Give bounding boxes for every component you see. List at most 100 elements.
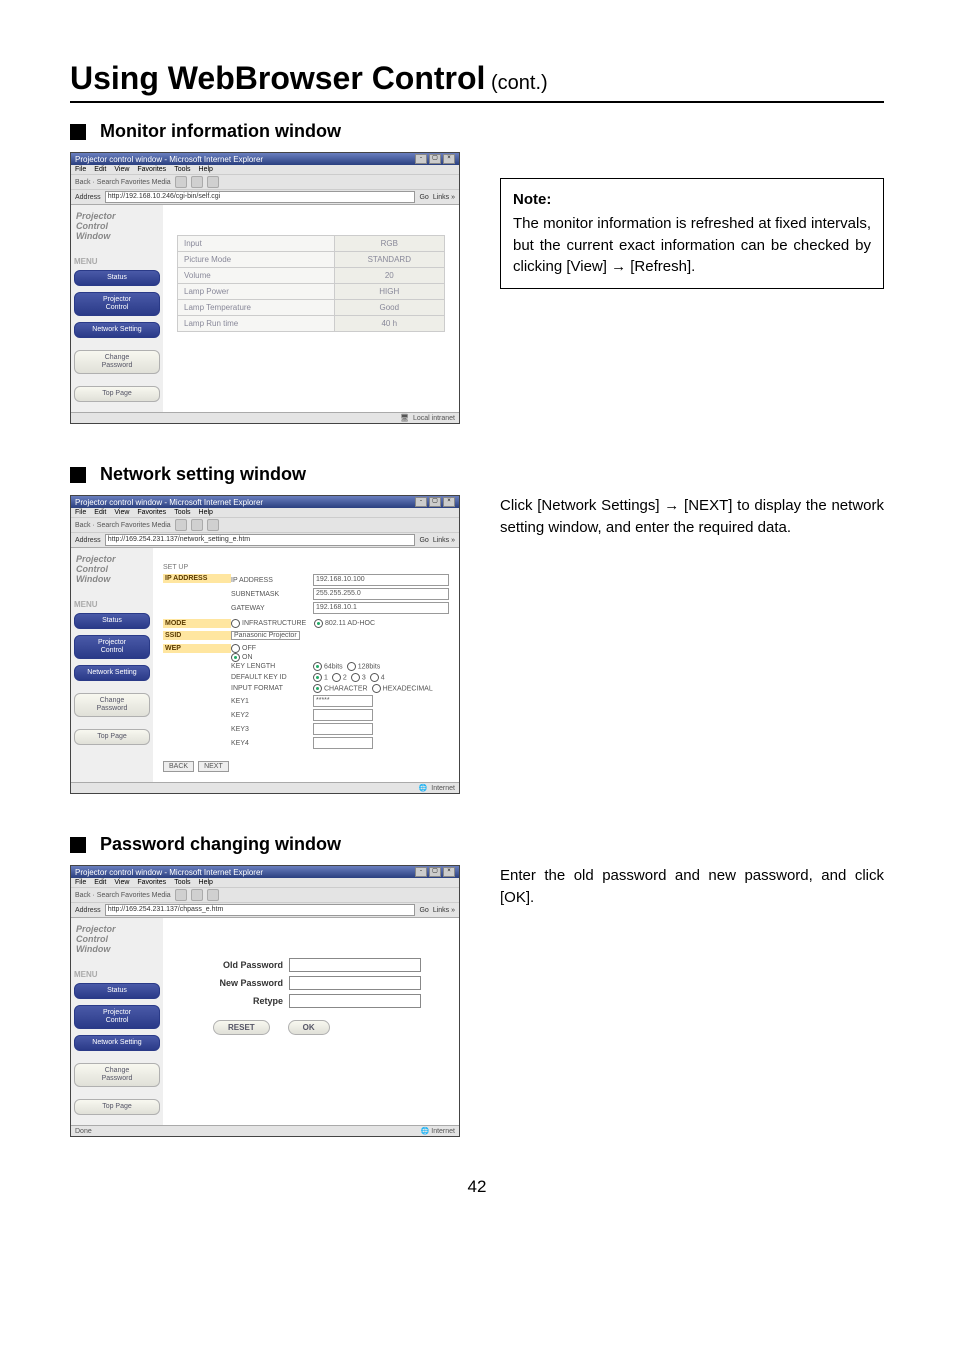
menu-file[interactable]: File [75, 509, 86, 516]
links-label[interactable]: Links » [433, 907, 455, 914]
sidebar-button[interactable]: Projector Control [74, 1005, 160, 1029]
browser-toolbar: Back · Search Favorites Media [71, 887, 459, 903]
next-button[interactable]: NEXT [198, 761, 229, 772]
ip-input[interactable]: 192.168.10.1 [313, 602, 449, 614]
address-label: Address [75, 537, 101, 544]
ip-input[interactable]: 192.168.10.100 [313, 574, 449, 586]
mode-adhoc-radio[interactable]: 802.11 AD-HOC [314, 620, 375, 627]
old-password-input[interactable] [289, 958, 421, 972]
sidebar-button[interactable]: Top Page [74, 729, 150, 745]
toolbar-icon[interactable] [175, 176, 187, 188]
maximize-icon[interactable]: ▢ [429, 497, 441, 507]
menu-help[interactable]: Help [199, 166, 213, 173]
maximize-icon[interactable]: ▢ [429, 154, 441, 164]
menu-view[interactable]: View [114, 509, 129, 516]
links-label[interactable]: Links » [433, 194, 455, 201]
browser-menubar: File Edit View Favorites Tools Help [71, 165, 459, 174]
keylength-128-radio[interactable]: 128bits [347, 662, 381, 671]
sidebar-button[interactable]: Change Password [74, 1063, 160, 1087]
menu-file[interactable]: File [75, 879, 86, 886]
sidebar-button[interactable]: Top Page [74, 1099, 160, 1115]
sidebar-button[interactable]: Top Page [74, 386, 160, 402]
section3-heading: Password changing window [70, 834, 884, 855]
new-password-input[interactable] [289, 976, 421, 990]
back-button[interactable]: BACK [163, 761, 194, 772]
setup-label: SET UP [163, 564, 233, 571]
address-input[interactable]: http://192.168.10.246/cgi-bin/self.cgi [105, 191, 416, 203]
defaultkeyid-4-radio[interactable]: 4 [370, 673, 385, 682]
menu-view[interactable]: View [114, 166, 129, 173]
menu-help[interactable]: Help [199, 509, 213, 516]
menu-view[interactable]: View [114, 879, 129, 886]
sidebar-button[interactable]: Network Setting [74, 1035, 160, 1051]
reset-button[interactable]: RESET [213, 1020, 270, 1035]
defaultkeyid-2-radio[interactable]: 2 [332, 673, 347, 682]
menu-edit[interactable]: Edit [94, 509, 106, 516]
defaultkeyid-1-radio[interactable]: 1 [313, 673, 328, 682]
toolbar-icon[interactable] [175, 889, 187, 901]
key2-input[interactable] [313, 709, 373, 721]
toolbar-icon[interactable] [207, 176, 219, 188]
menu-tools[interactable]: Tools [174, 166, 190, 173]
sidebar-button[interactable]: Network Setting [74, 322, 160, 338]
menu-file[interactable]: File [75, 166, 86, 173]
retype-label: Retype [183, 996, 283, 1006]
ssid-input[interactable]: Panasonic Projector [231, 631, 300, 640]
maximize-icon[interactable]: ▢ [429, 867, 441, 877]
toolbar-back-label[interactable]: Back · Search Favorites Media [75, 892, 171, 899]
ok-button[interactable]: OK [288, 1020, 330, 1035]
sidebar-button[interactable]: Projector Control [74, 292, 160, 316]
menu-edit[interactable]: Edit [94, 166, 106, 173]
sidebar-button[interactable]: Status [74, 613, 150, 629]
note-head: Note: [513, 189, 871, 211]
go-button[interactable]: Go [419, 537, 428, 544]
ip-input[interactable]: 255.255.255.0 [313, 588, 449, 600]
key1-input[interactable]: ***** [313, 695, 373, 707]
menu-favorites[interactable]: Favorites [137, 166, 166, 173]
wep-off-radio[interactable]: OFF [231, 645, 256, 652]
key3-input[interactable] [313, 723, 373, 735]
sidebar-button[interactable]: Status [74, 983, 160, 999]
sidebar-button[interactable]: Status [74, 270, 160, 286]
address-input[interactable]: http://169.254.231.137/network_setting_e… [105, 534, 416, 546]
key4-input[interactable] [313, 737, 373, 749]
toolbar-icon[interactable] [207, 519, 219, 531]
toolbar-back-label[interactable]: Back · Search Favorites Media [75, 522, 171, 529]
go-button[interactable]: Go [419, 907, 428, 914]
sidebar-button[interactable]: Change Password [74, 350, 160, 374]
minimize-icon[interactable]: - [415, 154, 427, 164]
toolbar-icon[interactable] [191, 519, 203, 531]
toolbar-back-label[interactable]: Back · Search Favorites Media [75, 179, 171, 186]
close-icon[interactable]: × [443, 497, 455, 507]
status-text: Internet [431, 785, 455, 792]
menu-help[interactable]: Help [199, 879, 213, 886]
wep-on-radio[interactable]: ON [231, 654, 253, 661]
go-button[interactable]: Go [419, 194, 428, 201]
toolbar-icon[interactable] [207, 889, 219, 901]
defaultkeyid-3-radio[interactable]: 3 [351, 673, 366, 682]
links-label[interactable]: Links » [433, 537, 455, 544]
address-input[interactable]: http://169.254.231.137/chpass_e.htm [105, 904, 416, 916]
minimize-icon[interactable]: - [415, 497, 427, 507]
sidebar-button[interactable]: Network Setting [74, 665, 150, 681]
close-icon[interactable]: × [443, 867, 455, 877]
menu-favorites[interactable]: Favorites [137, 879, 166, 886]
mode-infrastructure-radio[interactable]: INFRASTRUCTURE [231, 620, 306, 627]
keylength-64-radio[interactable]: 64bits [313, 662, 343, 671]
toolbar-icon[interactable] [191, 176, 203, 188]
inputformat-hex-radio[interactable]: HEXADECIMAL [372, 684, 433, 693]
menu-favorites[interactable]: Favorites [137, 509, 166, 516]
sidebar-button[interactable]: Change Password [74, 693, 150, 717]
menu-edit[interactable]: Edit [94, 879, 106, 886]
menu-tools[interactable]: Tools [174, 879, 190, 886]
sidebar-button[interactable]: Projector Control [74, 635, 150, 659]
minimize-icon[interactable]: - [415, 867, 427, 877]
retype-input[interactable] [289, 994, 421, 1008]
inputformat-char-radio[interactable]: CHARACTER [313, 684, 368, 693]
menu-tools[interactable]: Tools [174, 509, 190, 516]
toolbar-icon[interactable] [191, 889, 203, 901]
close-icon[interactable]: × [443, 154, 455, 164]
black-square-icon [70, 467, 86, 483]
section3-description: Enter the old password and new password,… [500, 865, 884, 909]
toolbar-icon[interactable] [175, 519, 187, 531]
